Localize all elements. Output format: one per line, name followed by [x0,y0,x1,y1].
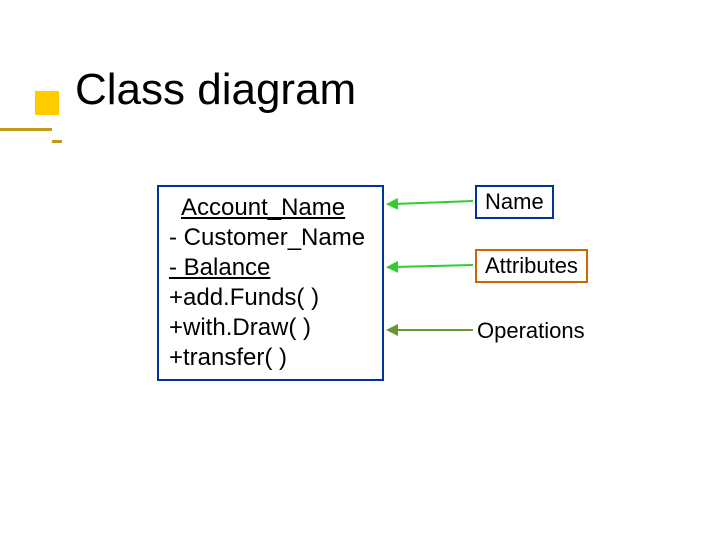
class-operation: +transfer( ) [169,343,382,373]
label-attributes: Attributes [475,249,588,283]
class-operation: +add.Funds( ) [169,283,382,313]
arrow-name [394,201,473,204]
accent-line-1 [0,128,52,131]
page-title: Class diagram [75,65,356,115]
class-name: Account_Name [181,194,345,221]
class-operation: +with.Draw( ) [169,313,382,343]
uml-class-box: Account_Name - Customer_Name - Balance +… [157,185,384,381]
title-bullet-icon [35,91,59,115]
class-attribute: - Customer_Name [169,223,382,253]
accent-line-2 [52,140,62,143]
arrow-attributes [394,265,473,267]
class-attribute: - Balance [169,253,382,283]
label-operations: Operations [477,318,585,344]
class-name-row: Account_Name [169,193,382,223]
label-name: Name [475,185,554,219]
